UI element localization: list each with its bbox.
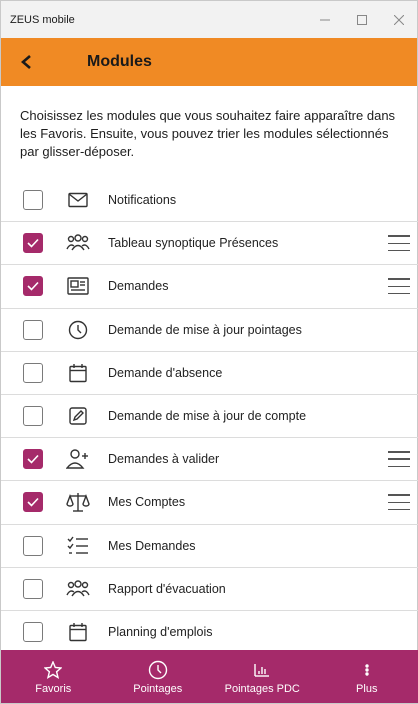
module-checkbox[interactable]	[23, 406, 43, 427]
module-label: Planning d'emplois	[108, 624, 213, 639]
newspaper-icon	[66, 274, 90, 298]
module-list: Notifications Tableau synoptique Présence…	[1, 179, 418, 655]
bar-chart-icon	[253, 661, 271, 679]
module-row[interactable]: Rapport d'évacuation	[1, 568, 418, 611]
app-header: Modules	[1, 38, 417, 86]
scales-icon	[66, 490, 90, 514]
module-checkbox[interactable]	[23, 319, 43, 340]
people-group-icon	[66, 577, 90, 601]
calendar-icon	[66, 620, 90, 644]
drag-handle-icon[interactable]	[388, 451, 410, 468]
drag-handle-icon[interactable]	[388, 278, 410, 295]
module-row[interactable]: Mes Comptes	[1, 481, 418, 525]
module-label: Rapport d'évacuation	[108, 581, 226, 596]
nav-item-pointages-pdc[interactable]: Pointages PDC	[210, 650, 315, 703]
minimize-button[interactable]	[306, 1, 343, 38]
more-vertical-icon	[364, 661, 370, 679]
module-row[interactable]: Demandes à valider	[1, 438, 418, 482]
checkmark-icon	[27, 239, 39, 248]
maximize-icon	[356, 14, 367, 25]
module-label: Tableau synoptique Présences	[108, 236, 279, 251]
nav-item-label: Pointages	[133, 683, 183, 695]
star-icon	[44, 661, 63, 679]
app-window: ZEUS mobile Modules Choisissez les modul…	[0, 0, 418, 704]
nav-item-label: Pointages PDC	[224, 683, 300, 695]
module-row[interactable]: Mes Demandes	[1, 525, 418, 568]
bottom-navigation: Favoris Pointages Pointages PDC Plus	[1, 650, 418, 703]
module-label: Mes Demandes	[108, 538, 196, 553]
checkmark-icon	[27, 498, 39, 508]
module-checkbox[interactable]	[23, 621, 43, 642]
module-checkbox[interactable]	[23, 362, 43, 383]
module-row[interactable]: Demande de mise à jour de compte	[1, 395, 418, 439]
module-row[interactable]: Demande d'absence	[1, 352, 418, 395]
module-checkbox[interactable]	[23, 276, 43, 297]
module-checkbox[interactable]	[23, 578, 43, 599]
calendar-icon	[66, 361, 90, 385]
module-label: Demande d'absence	[108, 365, 223, 380]
maximize-button[interactable]	[343, 1, 380, 38]
title-bar: ZEUS mobile	[1, 1, 417, 38]
module-row[interactable]: Planning d'emplois	[1, 611, 418, 655]
drag-handle-icon[interactable]	[388, 494, 410, 511]
clock-icon	[66, 318, 90, 342]
checkmark-icon	[27, 282, 39, 292]
module-label: Demande de mise à jour pointages	[108, 322, 302, 337]
module-checkbox[interactable]	[23, 449, 43, 470]
people-group-icon	[66, 231, 90, 255]
nav-item-label: Plus	[356, 683, 378, 695]
module-row[interactable]: Demande de mise à jour pointages	[1, 309, 418, 352]
module-checkbox[interactable]	[23, 492, 43, 513]
chevron-left-icon	[21, 55, 31, 69]
page-title: Modules	[87, 53, 152, 70]
checklist-icon	[66, 534, 90, 558]
envelope-icon	[66, 188, 90, 212]
module-row[interactable]: Demandes	[1, 265, 418, 309]
module-label: Mes Comptes	[108, 495, 186, 510]
window-title: ZEUS mobile	[10, 13, 75, 26]
module-row[interactable]: Notifications	[1, 179, 418, 223]
nav-item-pointages[interactable]: Pointages	[106, 650, 211, 703]
person-add-icon	[66, 447, 90, 471]
minimize-icon	[319, 19, 330, 20]
close-icon	[393, 14, 404, 25]
drag-handle-icon[interactable]	[388, 235, 410, 252]
intro-text: Choisissez les modules que vous souhaite…	[20, 108, 396, 159]
back-button[interactable]	[1, 38, 53, 86]
checkmark-icon	[27, 455, 39, 464]
module-label: Demandes	[108, 279, 169, 294]
module-label: Demandes à valider	[108, 452, 220, 467]
nav-item-label: Favoris	[35, 683, 72, 695]
module-checkbox[interactable]	[23, 535, 43, 556]
window-controls	[306, 1, 417, 38]
module-checkbox[interactable]	[23, 190, 43, 211]
module-checkbox[interactable]	[23, 233, 43, 254]
nav-item-favoris[interactable]: Favoris	[1, 650, 106, 703]
edit-icon	[66, 404, 90, 428]
close-button[interactable]	[380, 1, 417, 38]
module-label: Notifications	[108, 193, 177, 208]
nav-item-plus[interactable]: Plus	[315, 650, 418, 703]
clock-icon	[148, 660, 168, 680]
module-row[interactable]: Tableau synoptique Présences	[1, 222, 418, 266]
module-label: Demande de mise à jour de compte	[108, 409, 307, 424]
